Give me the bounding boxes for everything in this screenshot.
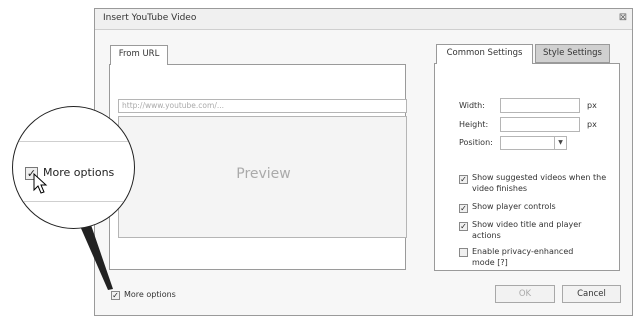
magnifier-divider xyxy=(13,201,134,202)
magnified-more-options-label: More options xyxy=(43,166,115,179)
magnifier-divider xyxy=(13,141,134,142)
magnifier-callout: ✓ More options xyxy=(12,106,135,229)
cursor-icon xyxy=(33,173,48,194)
